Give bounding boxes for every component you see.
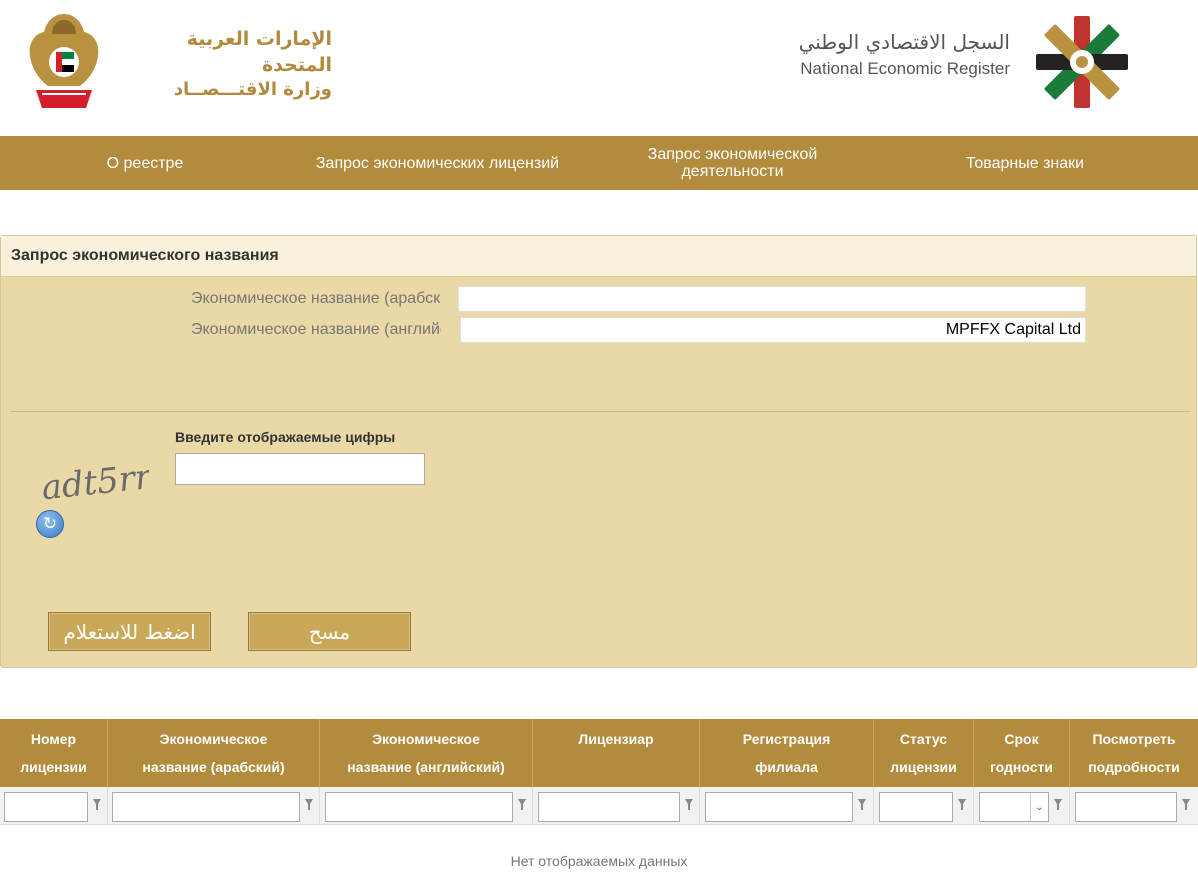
col-arabic-name[interactable]: Экономическое название (арабский) (108, 719, 320, 787)
filter-icon[interactable] (957, 798, 967, 812)
english-name-input[interactable] (460, 317, 1086, 343)
filter-cell: ⌄ (974, 787, 1070, 825)
col-license-number[interactable]: Номер лицензии (0, 719, 108, 787)
filter-cell (1070, 787, 1198, 825)
nav-item-about[interactable]: О реестре (50, 136, 240, 190)
refresh-captcha-icon[interactable]: ↻ (36, 510, 64, 538)
main-nav: О реестре Запрос экономических лицензий … (0, 136, 1198, 190)
filter-licensor-input[interactable] (538, 792, 680, 822)
col-licensor[interactable]: Лицензиар (533, 719, 700, 787)
filter-icon[interactable] (517, 798, 527, 812)
filter-license-number-input[interactable] (4, 792, 88, 822)
captcha-label: Введите отображаемые цифры (175, 429, 396, 445)
filter-icon[interactable] (1181, 798, 1191, 812)
captcha-text: adt5rr (40, 457, 149, 504)
col-expiry[interactable]: Срок годности (974, 719, 1070, 787)
col-line1: Экономическое (372, 731, 480, 747)
filter-arabic-name-input[interactable] (112, 792, 300, 822)
panel-divider (11, 411, 1191, 412)
arabic-name-input[interactable] (458, 286, 1086, 312)
grid-header-row: Номер лицензии Экономическое название (ара… (0, 719, 1198, 787)
col-line1: Срок (1004, 731, 1039, 747)
col-line2: название (английский) (347, 759, 505, 775)
filter-icon[interactable] (304, 798, 314, 812)
filter-cell (533, 787, 700, 825)
filter-icon[interactable] (857, 798, 867, 812)
english-name-label: Экономическое название (английский) (191, 321, 441, 338)
panel-title: Запрос экономического названия (1, 236, 1196, 277)
col-line1: Регистрация (742, 731, 831, 747)
results-grid: Номер лицензии Экономическое название (ара… (0, 719, 1198, 884)
register-title-arabic: السجل الاقتصادي الوطني (798, 30, 1010, 54)
nav-item-license-query[interactable]: Запрос экономических лицензий (290, 136, 585, 190)
col-english-name[interactable]: Экономическое название (английский) (320, 719, 533, 787)
nav-item-activity-query[interactable]: Запрос экономической деятельности (620, 136, 845, 190)
col-line2: филиала (755, 759, 818, 775)
filter-icon[interactable] (92, 798, 102, 812)
filter-cell (0, 787, 108, 825)
clear-button[interactable]: مسح (248, 612, 411, 651)
col-view-details[interactable]: Посмотреть подробности (1070, 719, 1198, 787)
filter-cell (700, 787, 874, 825)
filter-cell (320, 787, 533, 825)
submit-query-button[interactable]: اضغط للاستعلام (48, 612, 211, 651)
filter-icon[interactable] (684, 798, 694, 812)
uae-ministry-title: الإمارات العربية المتحدة وزارة الاقتـــص… (120, 26, 332, 102)
register-title-english: National Economic Register (800, 59, 1010, 78)
col-line2: лицензии (890, 759, 957, 775)
uae-emblem-logo[interactable] (24, 10, 104, 114)
col-line1: Экономическое (159, 731, 268, 747)
arabic-name-label: Экономическое название (арабский) (191, 290, 441, 307)
empty-grid-message: Нет отображаемых данных (510, 853, 688, 869)
filter-status-input[interactable] (879, 792, 953, 822)
site-header: الإمارات العربية المتحدة وزارة الاقتـــص… (0, 0, 1198, 136)
filter-expiry-select[interactable]: ⌄ (979, 792, 1049, 822)
captcha-image: adt5rr (40, 457, 149, 504)
col-branch-registration[interactable]: Регистрация филиала (700, 719, 874, 787)
col-line2: подробности (1088, 759, 1180, 775)
filter-english-name-input[interactable] (325, 792, 513, 822)
captcha-input[interactable] (175, 453, 425, 485)
register-title: السجل الاقتصادي الوطني National Economic… (760, 28, 1010, 80)
col-line1: Лицензиар (578, 731, 654, 747)
ner-star-logo[interactable] (1032, 12, 1132, 112)
uae-title-line1: الإمارات العربية المتحدة (186, 28, 332, 76)
grid-filter-row: ⌄ (0, 787, 1198, 825)
col-line1: Посмотреть (1092, 731, 1176, 747)
filter-icon[interactable] (1053, 798, 1063, 812)
chevron-down-icon[interactable]: ⌄ (1030, 793, 1048, 821)
col-line1: Статус (899, 731, 948, 747)
col-line2: название (арабский) (142, 759, 285, 775)
filter-details-input[interactable] (1075, 792, 1177, 822)
name-search-panel: Запрос экономического названия Экономиче… (0, 235, 1197, 668)
filter-branch-input[interactable] (705, 792, 853, 822)
uae-title-line2: وزارة الاقتـــصــاد (173, 79, 332, 100)
nav-item-trademarks[interactable]: Товарные знаки (930, 136, 1120, 190)
filter-cell (874, 787, 974, 825)
col-line2: годности (990, 759, 1053, 775)
col-license-status[interactable]: Статус лицензии (874, 719, 974, 787)
col-line2: лицензии (20, 759, 87, 775)
col-line1: Номер (30, 731, 77, 747)
filter-cell (108, 787, 320, 825)
